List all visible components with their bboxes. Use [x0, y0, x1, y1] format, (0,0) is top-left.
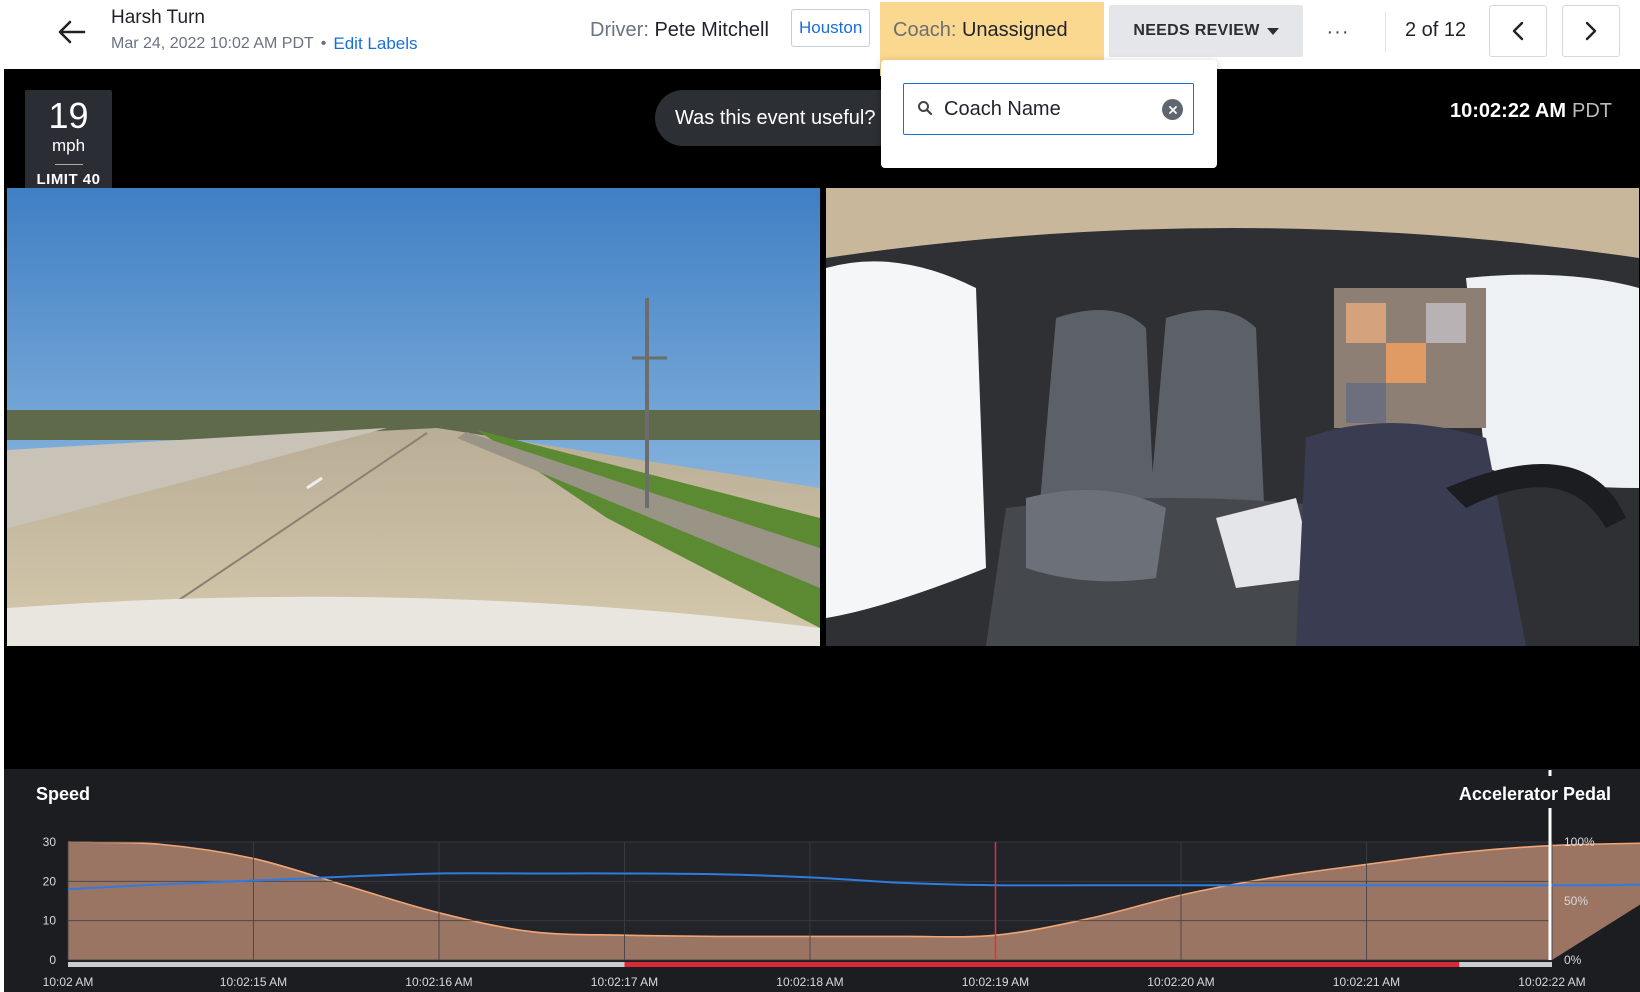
driver-camera-view[interactable]	[826, 188, 1639, 646]
speed-unit: mph	[51, 136, 86, 155]
road-image	[7, 188, 820, 646]
event-header: Harsh Turn Mar 24, 2022 10:02 AM PDT • E…	[0, 0, 1640, 69]
next-event-button[interactable]	[1562, 5, 1620, 57]
telemetry-chart-panel: Speed Accelerator Pedal	[4, 769, 1640, 992]
arrow-left-icon	[58, 20, 86, 44]
separator: •	[320, 35, 327, 52]
edit-labels-link[interactable]: Edit Labels	[333, 34, 417, 54]
forward-camera-view[interactable]	[7, 188, 820, 646]
coach-search-input[interactable]	[944, 94, 1144, 124]
speed-limit: LIMIT 40	[36, 171, 101, 188]
close-icon	[1168, 105, 1177, 114]
review-status-button[interactable]: NEEDS REVIEW	[1109, 5, 1303, 57]
more-options-button[interactable]: ···	[1320, 14, 1356, 50]
cabin-image	[826, 188, 1639, 646]
search-icon	[918, 101, 933, 116]
chevron-left-icon	[1512, 21, 1524, 41]
location-tag[interactable]: Houston	[791, 9, 871, 47]
clear-search-button[interactable]	[1162, 99, 1183, 120]
video-timezone: PDT	[1572, 100, 1612, 122]
event-subtitle: Mar 24, 2022 10:02 AM PDT • Edit Labels	[111, 34, 418, 54]
caret-down-icon	[1266, 27, 1279, 35]
video-timestamp: 10:02:22 AM PDT	[1450, 100, 1612, 123]
chart-left-title: Speed	[36, 784, 91, 804]
coach-info: Coach: Unassigned	[893, 19, 1068, 42]
driver-label: Driver:	[590, 19, 649, 41]
event-datetime: Mar 24, 2022 10:02 AM PDT	[111, 35, 314, 52]
video-time: 10:02:22 AM	[1450, 100, 1566, 122]
driver-info: Driver: Pete Mitchell	[590, 19, 769, 42]
back-button[interactable]	[54, 14, 90, 50]
divider	[1385, 12, 1386, 52]
event-title: Harsh Turn	[111, 7, 205, 28]
coach-label: Coach:	[893, 19, 957, 41]
review-status-label: NEEDS REVIEW	[1133, 22, 1260, 39]
divider	[54, 164, 83, 165]
previous-event-button[interactable]	[1489, 5, 1547, 57]
driver-name: Pete Mitchell	[654, 19, 769, 41]
speed-value: 19	[48, 95, 89, 136]
coach-search-dropdown	[881, 60, 1217, 168]
coach-search-field[interactable]	[903, 83, 1194, 135]
chart-right-title: Accelerator Pedal	[1458, 784, 1611, 804]
pager-text: 2 of 12	[1405, 19, 1467, 41]
chevron-right-icon	[1585, 21, 1597, 41]
coach-value: Unassigned	[961, 19, 1068, 41]
